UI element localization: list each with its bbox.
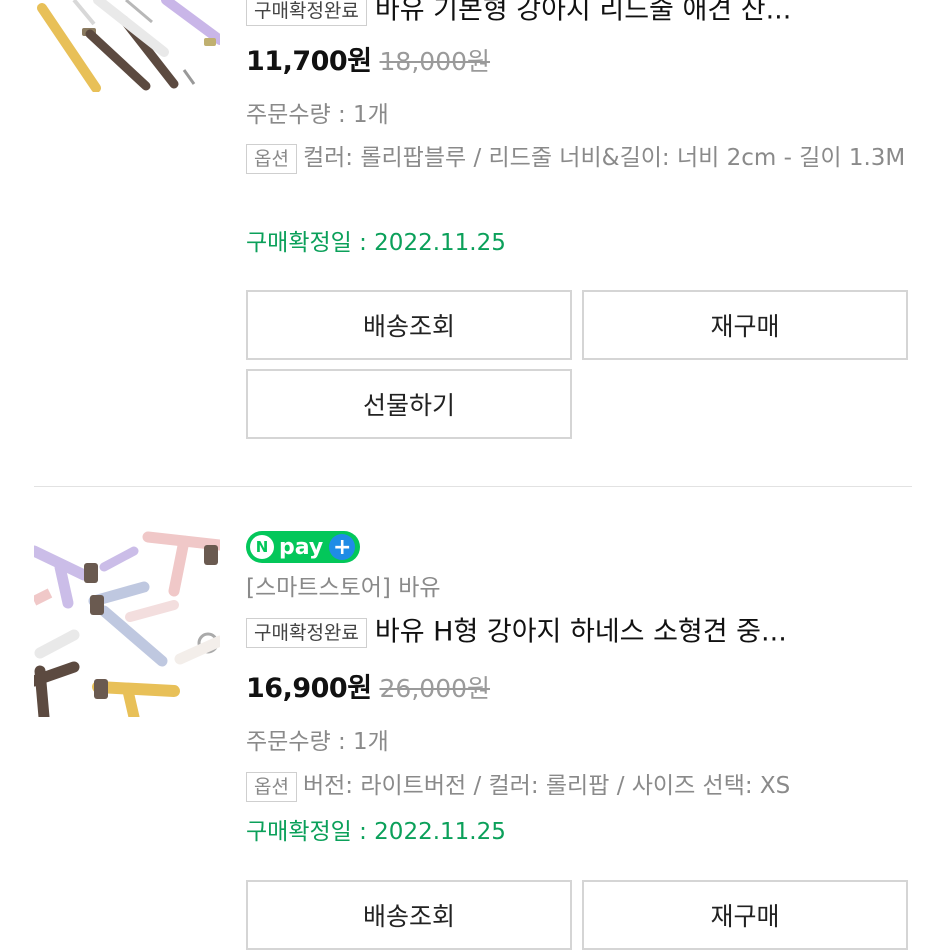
original-price: 26,000원 <box>379 674 491 703</box>
option-text: 컬러: 롤리팝블루 / 리드줄 너비&길이: 너비 2cm - 길이 1.3M <box>302 145 906 171</box>
sale-price: 11,700원 <box>246 46 372 77</box>
confirm-date: 구매확정일 : 2022.11.25 <box>246 819 506 845</box>
price-row: 11,700원 18,000원 <box>246 44 490 80</box>
track-delivery-button[interactable]: 배송조회 <box>246 290 572 360</box>
price-row: 16,900원 26,000원 <box>246 671 490 707</box>
store-name[interactable]: [스마트스토어] 바유 <box>246 573 441 603</box>
order-quantity: 주문수량 : 1개 <box>246 102 389 128</box>
npay-n-icon: N <box>250 535 274 559</box>
order-option: 옵션 버전: 라이트버전 / 컬러: 롤리팝 / 사이즈 선택: XS <box>246 768 912 805</box>
option-badge: 옵션 <box>246 143 297 174</box>
sale-price: 16,900원 <box>246 673 372 704</box>
product-thumbnail-harness[interactable] <box>34 531 220 717</box>
status-badge: 구매확정완료 <box>246 0 367 26</box>
confirm-date: 구매확정일 : 2022.11.25 <box>246 230 506 256</box>
product-thumbnail-leash[interactable] <box>34 0 220 92</box>
product-title-row[interactable]: 구매확정완료 바유 H형 강아지 하네스 소형견 중... <box>246 614 912 651</box>
order-info: N pay + [스마트스토어] 바유 구매확정완료 바유 H형 강아지 하네스 … <box>246 487 912 950</box>
order-info: 구매확정완료 바유 기본형 강아지 리드줄 애견 산... 11,700원 18,0… <box>246 0 912 486</box>
order-option: 옵션 컬러: 롤리팝블루 / 리드줄 너비&길이: 너비 2cm - 길이 1.3… <box>246 140 912 177</box>
product-title[interactable]: 바유 H형 강아지 하네스 소형견 중... <box>375 617 787 648</box>
gift-button[interactable]: 선물하기 <box>246 369 572 439</box>
plus-icon: + <box>329 534 356 560</box>
rebuy-button[interactable]: 재구매 <box>582 880 908 950</box>
product-title-row[interactable]: 구매확정완료 바유 기본형 강아지 리드줄 애견 산... <box>246 0 912 29</box>
original-price: 18,000원 <box>379 47 491 76</box>
track-delivery-button[interactable]: 배송조회 <box>246 880 572 950</box>
npay-label: pay <box>279 534 324 560</box>
product-title[interactable]: 바유 기본형 강아지 리드줄 애견 산... <box>375 0 791 26</box>
rebuy-button[interactable]: 재구매 <box>582 290 908 360</box>
order-item: 구매확정완료 바유 기본형 강아지 리드줄 애견 산... 11,700원 18,0… <box>0 0 944 486</box>
status-badge: 구매확정완료 <box>246 617 367 648</box>
option-badge: 옵션 <box>246 771 297 802</box>
npay-plus-badge: N pay + <box>246 531 360 563</box>
option-text: 버전: 라이트버전 / 컬러: 롤리팝 / 사이즈 선택: XS <box>302 773 791 799</box>
order-quantity: 주문수량 : 1개 <box>246 729 389 755</box>
order-item: N pay + [스마트스토어] 바유 구매확정완료 바유 H형 강아지 하네스 … <box>0 487 944 950</box>
